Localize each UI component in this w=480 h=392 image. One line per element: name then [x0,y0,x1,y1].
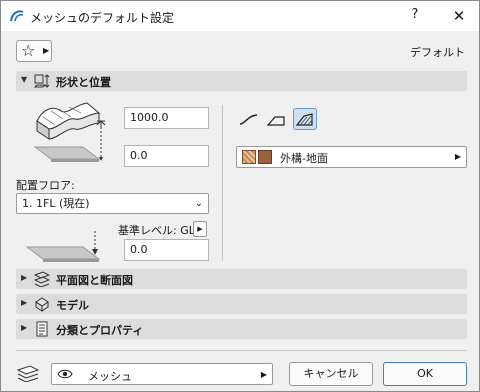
footer-divider [16,350,467,351]
material-swatch [242,150,256,164]
mesh-default-settings-dialog: メッシュのデフォルト設定 ? ✕ ☆ ▶ デフォルト ▼ 形状と位置 1000.… [0,0,480,392]
section-classification[interactable]: ▶ 分類とプロパティ [16,319,467,339]
geometry-smooth-button[interactable] [237,108,261,130]
eye-icon [57,369,73,379]
triangle-right-icon: ▶ [43,46,50,55]
window-title: メッシュのデフォルト設定 [30,11,175,25]
section-title: モデル [56,299,89,312]
shape-position-icon [34,74,50,88]
vertical-divider [222,105,223,261]
material-color-swatch [258,150,272,164]
geometry-ridges-button[interactable] [265,108,289,130]
section-title: 平面図と断面図 [56,274,133,287]
home-floor-value: 1. 1FL (現在) [22,197,90,210]
favorites-button[interactable]: ☆ ▶ [16,40,52,62]
geometry-ridges-all-button[interactable] [293,108,317,130]
chevron-right-icon: ▶ [21,323,28,332]
base-level-label: 基準レベル: GL [118,224,195,237]
offset-input[interactable]: 0.0 [124,145,209,167]
home-floor-label: 配置フロア: [16,179,75,192]
triangle-right-icon: ▶ [454,152,461,161]
base-level-illustration [25,231,101,262]
section-title: 分類とプロパティ [56,324,144,337]
ok-button[interactable]: OK [383,362,467,386]
mesh-height-input[interactable]: 1000.0 [124,107,209,129]
default-label: デフォルト [410,46,465,59]
section-title: 形状と位置 [56,76,111,89]
chevron-down-icon: ▼ [21,75,28,84]
smooth-curve-icon [239,114,258,125]
layer-name: メッシュ [88,370,132,383]
surface-material-dropdown[interactable]: 外構-地面 ▶ [236,146,467,168]
close-button[interactable]: ✕ [448,6,470,26]
chevron-right-icon: ▶ [21,273,28,282]
chevron-down-icon: ⌄ [194,198,203,209]
plan-section-icon [34,271,50,287]
material-name: 外構-地面 [280,152,328,165]
hatched-ridge-icon [295,113,313,126]
layer-icon [16,365,40,382]
model-icon [35,297,49,312]
star-icon: ☆ [21,41,36,60]
offset-plane-illustration [33,146,101,162]
cancel-button[interactable]: キャンセル [289,362,373,386]
base-level-menu-button[interactable]: ▶ [193,221,207,237]
ridge-profile-icon [266,116,285,126]
base-level-offset-input[interactable]: 0.0 [124,239,209,261]
classification-icon [36,321,48,337]
home-floor-dropdown[interactable]: 1. 1FL (現在) ⌄ [16,193,209,214]
chevron-right-icon: ▶ [21,298,28,307]
section-shape-position[interactable]: ▼ 形状と位置 [16,71,467,91]
archicad-app-icon [10,10,24,22]
section-plan-section[interactable]: ▶ 平面図と断面図 [16,269,467,289]
title-bar: メッシュのデフォルト設定 ? ✕ [1,1,479,31]
section-model[interactable]: ▶ モデル [16,294,467,314]
triangle-right-icon: ▶ [260,370,267,379]
help-button[interactable]: ? [405,7,425,25]
layer-dropdown[interactable]: メッシュ ▶ [51,363,273,385]
